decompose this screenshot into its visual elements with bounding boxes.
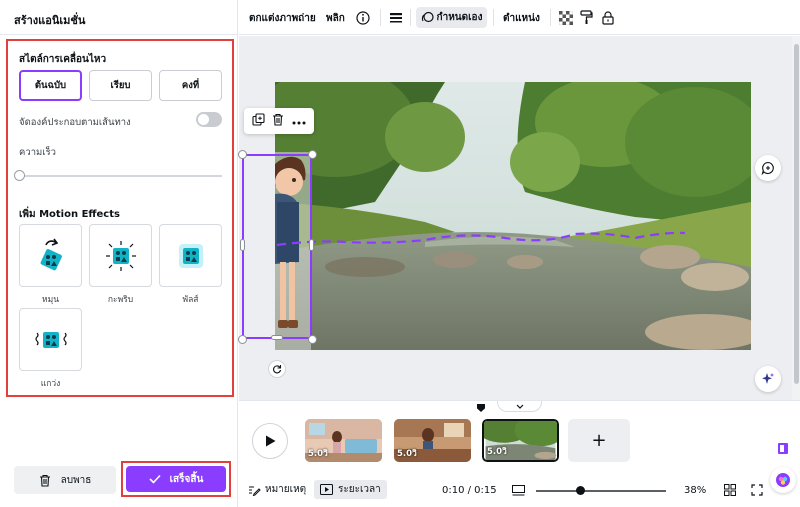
trash-icon xyxy=(39,474,50,487)
effect-flicker-label: กะพริบ xyxy=(107,295,134,305)
style-smooth-label: เรียบ xyxy=(110,80,131,91)
style-smooth-button[interactable]: เรียบ xyxy=(89,70,152,101)
add-comment-icon[interactable] xyxy=(755,155,781,181)
collapse-timeline-button[interactable] xyxy=(497,401,542,412)
done-button[interactable]: เสร็จสิ้น xyxy=(126,466,226,492)
book-icon[interactable] xyxy=(775,440,791,456)
custom-label: กำหนดเอง xyxy=(436,12,483,23)
lock-icon[interactable] xyxy=(599,9,616,26)
page-thumbnail-1[interactable]: 5.0วิ xyxy=(305,419,382,462)
resize-handle-bottom-right[interactable] xyxy=(308,335,317,344)
scrollbar-thumb[interactable] xyxy=(794,44,799,384)
top-toolbar: ตกแต่งภาพถ่าย พลิก กำหนดเอง ตำแหน่ง xyxy=(239,0,800,35)
effect-wiggle-label: แกว่ง xyxy=(40,379,61,389)
page-1-duration: 5.0วิ xyxy=(308,449,328,459)
timing-play-icon xyxy=(320,484,333,495)
edit-photo-button[interactable]: ตกแต่งภาพถ่าย xyxy=(249,11,316,26)
panel-title: สร้างแอนิเมชั่น xyxy=(14,14,86,27)
zoom-slider-handle[interactable] xyxy=(576,486,585,495)
toolbar-divider xyxy=(380,9,381,26)
effect-spin-tile[interactable] xyxy=(19,224,82,287)
speed-label: ความเร็ว xyxy=(19,147,56,158)
effect-wiggle-tile[interactable] xyxy=(19,308,82,371)
delete-path-button[interactable]: ลบพาธ xyxy=(14,466,116,494)
effect-flicker-tile[interactable] xyxy=(89,224,152,287)
style-steady-button[interactable]: คงที่ xyxy=(159,70,222,101)
add-page-button[interactable]: + xyxy=(568,419,630,462)
custom-animation-button[interactable]: กำหนดเอง xyxy=(416,7,487,28)
resize-handle-bottom[interactable] xyxy=(271,335,283,340)
more-options-icon[interactable] xyxy=(292,115,306,128)
notes-button[interactable]: หมายเหตุ xyxy=(248,482,306,497)
resize-handle-bottom-left[interactable] xyxy=(238,335,247,344)
toolbar-divider xyxy=(550,9,551,26)
toolbar-divider xyxy=(493,9,494,26)
transparency-icon[interactable] xyxy=(557,9,574,26)
selection-box[interactable] xyxy=(242,154,312,339)
effect-pulse-label: พัลส์ xyxy=(182,295,199,305)
playback-time: 0:10 / 0:15 xyxy=(442,485,497,496)
align-path-toggle[interactable] xyxy=(196,112,222,127)
align-path-label: จัดองค์ประกอบตามเส้นทาง xyxy=(19,117,131,128)
ai-assistant-icon[interactable] xyxy=(770,467,796,493)
animation-panel: สร้างแอนิเมชั่น สไตล์การเคลื่อนไหว ต้นฉบ… xyxy=(0,0,238,507)
zoom-percentage[interactable]: 38% xyxy=(684,485,706,496)
page-3-duration: 5.0วิ xyxy=(487,447,507,457)
position-button[interactable]: ตำแหน่ง xyxy=(503,11,540,26)
play-icon xyxy=(265,435,275,447)
resize-handle-top-right[interactable] xyxy=(308,150,317,159)
wiggle-effect-icon xyxy=(34,331,67,348)
speed-slider-handle[interactable] xyxy=(14,170,25,181)
resize-handle-right[interactable] xyxy=(309,239,314,251)
zoom-slider-track[interactable] xyxy=(536,490,666,492)
plus-icon: + xyxy=(591,430,607,451)
animate-icon xyxy=(421,11,434,23)
canvas-scrollbar[interactable] xyxy=(792,36,800,400)
timing-label: ระยะเวลา xyxy=(338,484,381,495)
design-page[interactable] xyxy=(275,82,751,350)
check-icon xyxy=(149,474,161,484)
panel-divider xyxy=(0,34,238,35)
resize-handle-left[interactable] xyxy=(240,239,245,251)
toolbar-divider xyxy=(410,9,411,26)
style-steady-label: คงที่ xyxy=(181,80,200,91)
page-thumbnail-3[interactable]: 5.0วิ xyxy=(481,418,560,463)
style-original-label: ต้นฉบับ xyxy=(34,80,67,91)
info-icon[interactable] xyxy=(354,9,371,26)
page-thumbnail-2[interactable]: 5.0วิ xyxy=(394,419,471,462)
grid-view-icon[interactable] xyxy=(723,483,737,497)
line-weight-icon[interactable] xyxy=(387,9,404,26)
paint-roller-icon[interactable] xyxy=(578,9,595,26)
delete-path-label: ลบพาธ xyxy=(60,474,92,486)
notes-label: หมายเหตุ xyxy=(265,484,307,495)
page-view-icon[interactable] xyxy=(511,483,525,497)
effect-pulse-tile[interactable] xyxy=(159,224,222,287)
flicker-effect-icon xyxy=(105,240,136,271)
duplicate-icon[interactable] xyxy=(252,113,265,129)
magic-sparkle-icon[interactable] xyxy=(755,366,781,392)
spin-effect-icon xyxy=(40,238,62,270)
play-button[interactable] xyxy=(252,423,288,459)
notes-pencil-icon xyxy=(249,485,261,496)
motion-effects-heading: เพิ่ม Motion Effects xyxy=(19,209,120,220)
resize-handle-top-left[interactable] xyxy=(238,150,247,159)
speed-slider-track[interactable] xyxy=(19,175,222,177)
pulse-effect-icon xyxy=(178,243,203,268)
timing-button[interactable]: ระยะเวลา xyxy=(314,480,387,499)
fullscreen-icon[interactable] xyxy=(750,483,764,497)
rotate-handle-icon[interactable] xyxy=(268,360,286,378)
chevron-down-icon xyxy=(516,404,523,409)
flip-button[interactable]: พลิก xyxy=(326,11,345,26)
done-label: เสร็จสิ้น xyxy=(169,473,204,485)
element-quick-toolbar xyxy=(244,108,314,134)
page-2-duration: 5.0วิ xyxy=(397,449,417,459)
river-scene-image xyxy=(275,82,751,350)
effect-spin-label: หมุน xyxy=(41,295,60,305)
motion-style-heading: สไตล์การเคลื่อนไหว xyxy=(19,54,107,65)
done-highlight-box: เสร็จสิ้น xyxy=(121,461,231,497)
trash-icon[interactable] xyxy=(272,113,284,129)
style-original-button[interactable]: ต้นฉบับ xyxy=(19,70,82,101)
